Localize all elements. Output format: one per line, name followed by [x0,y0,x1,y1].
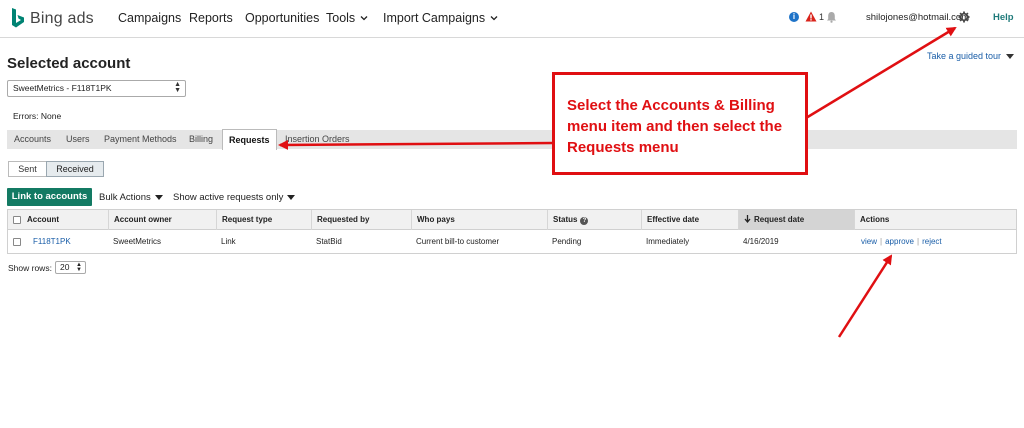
annotation-arrows [278,26,957,338]
callout-text: Select the Accounts & Billing menu item … [567,97,783,156]
arrow-to-requests-tab [278,139,554,150]
arrow-to-gear [805,26,957,120]
arrow-to-approve [837,254,893,338]
annotation-callout: Select the Accounts & Billing menu item … [552,72,808,175]
